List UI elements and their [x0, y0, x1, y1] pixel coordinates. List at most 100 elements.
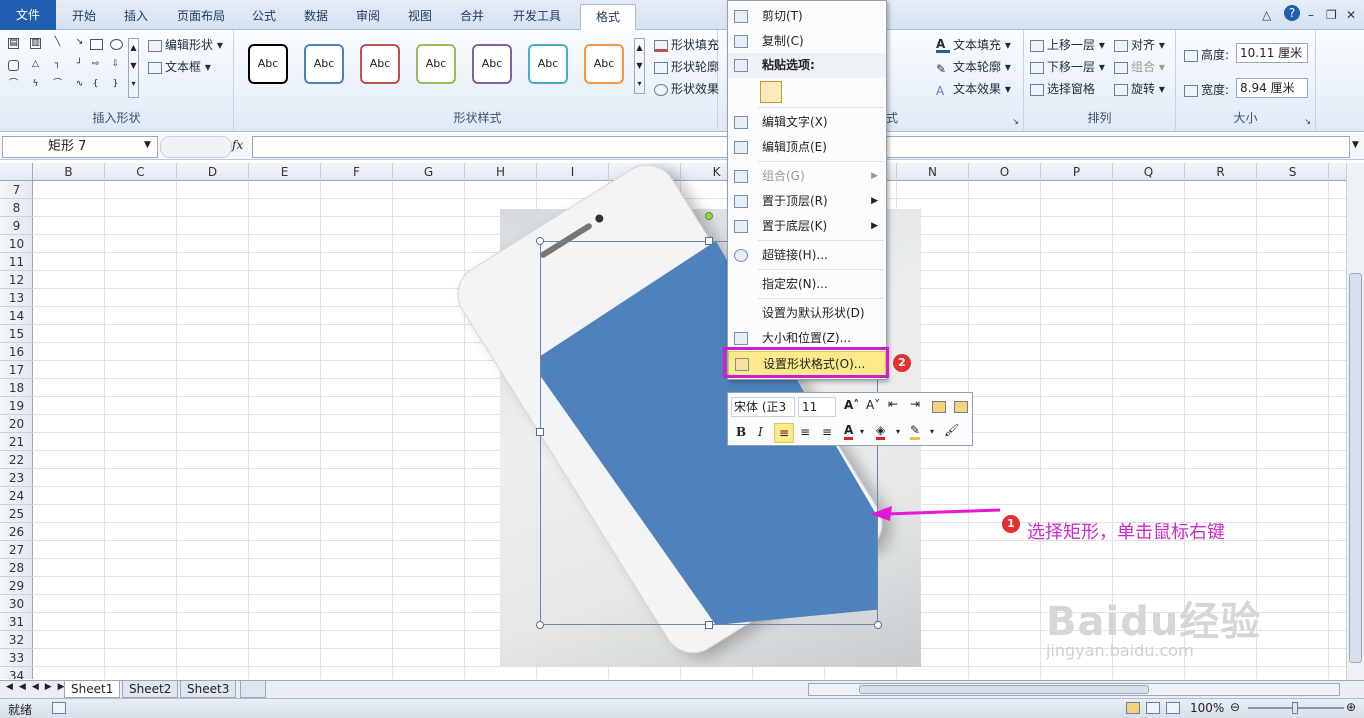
window-restore-icon[interactable]: ❐: [1326, 8, 1337, 22]
column-header-N[interactable]: N: [897, 163, 969, 181]
sheet-tab-1[interactable]: Sheet1: [64, 681, 121, 698]
shapes-gallery-scroll[interactable]: ▲ ▼ ▾: [128, 38, 139, 98]
mini-font-select[interactable]: 宋体 (正3: [731, 397, 795, 417]
row-header-33[interactable]: 33: [0, 649, 33, 667]
style-swatch-black[interactable]: Abc: [248, 44, 288, 84]
row-header-14[interactable]: 14: [0, 307, 33, 325]
page-break-view-icon[interactable]: [1166, 702, 1180, 714]
row-header-34[interactable]: 34: [0, 667, 33, 679]
height-spinner[interactable]: 10.11 厘米: [1236, 43, 1308, 63]
column-header-G[interactable]: G: [393, 163, 465, 181]
menu-item-hyperlink[interactable]: 超链接(H)...: [728, 243, 886, 268]
tab-formula[interactable]: 公式: [242, 4, 286, 30]
shape-brace-left-icon[interactable]: {: [90, 80, 101, 91]
page-layout-view-icon[interactable]: [1146, 702, 1160, 714]
name-box[interactable]: 矩形 7: [2, 136, 158, 158]
shape-oval-icon[interactable]: [110, 39, 123, 50]
row-header-29[interactable]: 29: [0, 577, 33, 595]
rotate-handle-icon[interactable]: [705, 212, 713, 220]
row-header-10[interactable]: 10: [0, 235, 33, 253]
tab-merge[interactable]: 合并: [450, 4, 494, 30]
shape-triangle-icon[interactable]: △: [30, 60, 41, 71]
shape-freeform-icon[interactable]: ϟ: [30, 80, 41, 91]
resize-handle-nw[interactable]: [536, 237, 544, 245]
italic-button[interactable]: I: [758, 425, 763, 439]
decrease-indent-icon[interactable]: ⇤: [888, 397, 898, 411]
menu-item-edit-points[interactable]: 编辑顶点(E): [728, 135, 886, 160]
size-dialog-launcher-icon[interactable]: ↘: [1304, 117, 1311, 126]
formula-expand-icon[interactable]: ▼: [1352, 140, 1359, 150]
align-center-icon[interactable]: ≡: [800, 425, 810, 439]
shape-down-arrow-icon[interactable]: ⇩: [110, 60, 121, 71]
tab-data[interactable]: 数据: [294, 4, 338, 30]
horizontal-scrollbar[interactable]: [808, 683, 1340, 696]
vertical-scrollbar[interactable]: [1346, 163, 1364, 680]
row-header-24[interactable]: 24: [0, 487, 33, 505]
row-header-15[interactable]: 15: [0, 325, 33, 343]
shape-brace-right-icon[interactable]: }: [110, 80, 121, 91]
bold-button[interactable]: B: [736, 425, 746, 439]
shape-fill-button[interactable]: 形状填充: [654, 36, 719, 53]
row-header-13[interactable]: 13: [0, 289, 33, 307]
grow-font-icon[interactable]: A˄: [844, 398, 859, 412]
column-header-C[interactable]: C: [105, 163, 177, 181]
resize-handle-s[interactable]: [705, 621, 713, 629]
tab-home[interactable]: 开始: [62, 4, 106, 30]
fill-color-icon[interactable]: ◈: [876, 423, 886, 440]
tab-review[interactable]: 审阅: [346, 4, 390, 30]
line-color-icon[interactable]: ✎: [910, 423, 921, 440]
shape-scribble-icon[interactable]: ∿: [74, 80, 85, 91]
tab-page-layout[interactable]: 页面布局: [168, 4, 234, 30]
zoom-slider-thumb[interactable]: [1292, 702, 1298, 714]
text-outline-button[interactable]: ✎ 文本轮廓 ▾: [936, 58, 1011, 76]
vertical-scroll-thumb[interactable]: [1349, 273, 1362, 663]
fill-color-dropdown-icon[interactable]: ▾: [896, 427, 900, 436]
tab-developer[interactable]: 开发工具: [502, 4, 572, 30]
menu-item-copy[interactable]: 复制(C): [728, 29, 886, 54]
row-header-21[interactable]: 21: [0, 433, 33, 451]
width-spinner[interactable]: 8.94 厘米: [1236, 78, 1308, 98]
shape-vertical-textbox-icon[interactable]: ▥: [30, 38, 41, 49]
column-header-D[interactable]: D: [177, 163, 249, 181]
edit-shape-button[interactable]: 编辑形状 ▾: [148, 36, 223, 53]
row-header-8[interactable]: 8: [0, 199, 33, 217]
align-right-icon[interactable]: ≡: [822, 425, 832, 439]
column-header-E[interactable]: E: [249, 163, 321, 181]
text-fill-button[interactable]: A 文本填充 ▾: [936, 36, 1011, 53]
sheet-tab-2[interactable]: Sheet2: [122, 681, 179, 698]
shape-curve-icon[interactable]: ⌒: [8, 80, 19, 91]
column-header-Q[interactable]: Q: [1113, 163, 1185, 181]
row-header-12[interactable]: 12: [0, 271, 33, 289]
style-swatch-green[interactable]: Abc: [416, 44, 456, 84]
row-header-26[interactable]: 26: [0, 523, 33, 541]
insert-sheet-icon[interactable]: [240, 681, 266, 698]
menu-item-group[interactable]: 组合(G) ▶: [728, 164, 886, 189]
tab-insert[interactable]: 插入: [114, 4, 158, 30]
help-icon[interactable]: ?: [1284, 5, 1300, 21]
group-button[interactable]: 组合 ▾: [1114, 58, 1165, 75]
rotate-button[interactable]: 旋转 ▾: [1114, 80, 1165, 97]
zoom-in-icon[interactable]: ⊕: [1346, 700, 1356, 714]
row-header-18[interactable]: 18: [0, 379, 33, 397]
window-minimize-icon[interactable]: –: [1308, 8, 1314, 22]
increase-indent-icon[interactable]: ⇥: [910, 397, 920, 411]
selection-pane-button[interactable]: 选择窗格: [1030, 80, 1095, 97]
select-all-corner[interactable]: [0, 163, 33, 181]
font-color-icon[interactable]: A: [844, 423, 854, 440]
wordart-dialog-launcher-icon[interactable]: ↘: [1012, 117, 1019, 126]
resize-handle-n[interactable]: [705, 237, 713, 245]
style-swatch-purple[interactable]: Abc: [472, 44, 512, 84]
row-header-25[interactable]: 25: [0, 505, 33, 523]
menu-item-edit-text[interactable]: 编辑文字(X): [728, 110, 886, 135]
shape-elbow-icon[interactable]: ┘: [74, 60, 85, 71]
menu-item-set-default-shape[interactable]: 设置为默认形状(D): [728, 301, 886, 326]
row-header-27[interactable]: 27: [0, 541, 33, 559]
row-header-16[interactable]: 16: [0, 343, 33, 361]
font-color-dropdown-icon[interactable]: ▾: [860, 427, 864, 436]
column-header-O[interactable]: O: [969, 163, 1041, 181]
shape-effect-button[interactable]: 形状效果: [654, 80, 719, 97]
row-header-31[interactable]: 31: [0, 613, 33, 631]
send-backward-button[interactable]: 下移一层 ▾: [1030, 58, 1105, 75]
menu-item-send-to-back[interactable]: 置于底层(K) ▶: [728, 214, 886, 239]
horizontal-scroll-thumb[interactable]: [859, 685, 1149, 694]
